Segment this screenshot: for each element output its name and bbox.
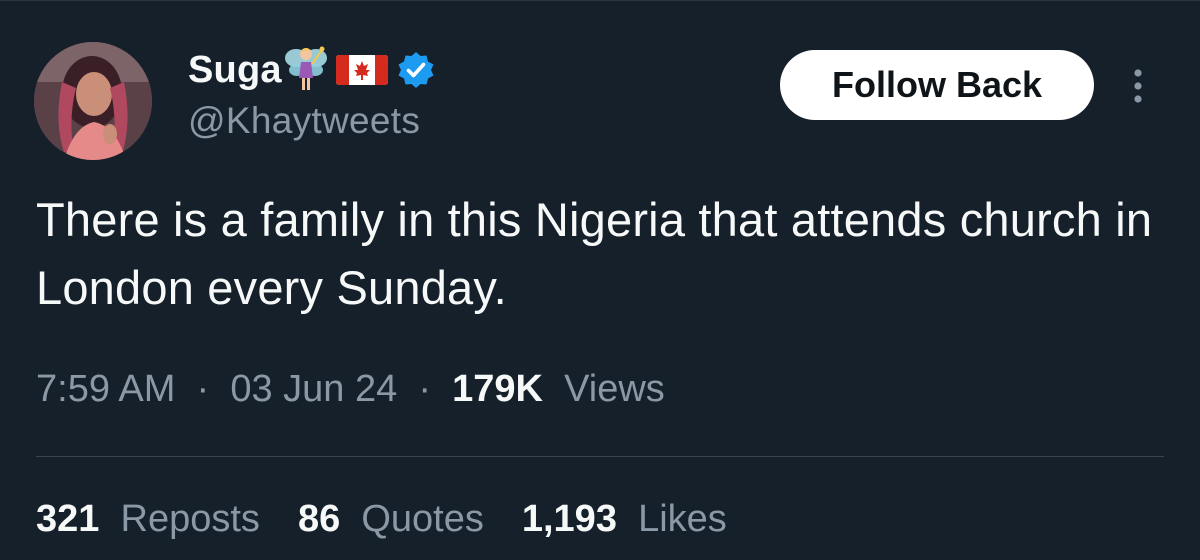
display-name[interactable]: Suga bbox=[188, 49, 282, 92]
engagement-stats: 321 Reposts 86 Quotes 1,193 Likes bbox=[36, 498, 765, 541]
likes-stat[interactable]: 1,193 Likes bbox=[522, 498, 727, 541]
views-count[interactable]: 179K bbox=[452, 368, 553, 410]
more-options-icon[interactable] bbox=[1124, 66, 1152, 106]
tweet-time[interactable]: 7:59 AM bbox=[36, 368, 175, 410]
follow-back-button[interactable]: Follow Back bbox=[780, 50, 1094, 120]
tweet-meta: 7:59 AM · 03 Jun 24 · 179K Views bbox=[36, 368, 665, 411]
reposts-stat[interactable]: 321 Reposts bbox=[36, 498, 260, 541]
tweet-text: There is a family in this Nigeria that a… bbox=[36, 193, 1153, 314]
reposts-count: 321 bbox=[36, 498, 110, 540]
tweet-date[interactable]: 03 Jun 24 bbox=[230, 368, 397, 410]
likes-count: 1,193 bbox=[521, 498, 628, 540]
reposts-label: Reposts bbox=[120, 498, 260, 540]
top-divider bbox=[0, 0, 1200, 1]
quotes-label: Quotes bbox=[361, 498, 484, 540]
meta-separator: · bbox=[407, 368, 442, 410]
likes-label: Likes bbox=[638, 498, 727, 540]
quotes-count: 86 bbox=[297, 498, 351, 540]
user-info: Suga @Khaytweets bbox=[188, 46, 436, 142]
verified-badge-icon[interactable] bbox=[396, 50, 436, 90]
divider bbox=[36, 456, 1164, 457]
user-handle[interactable]: @Khaytweets bbox=[188, 100, 436, 142]
meta-separator: · bbox=[185, 368, 220, 410]
fairy-icon bbox=[282, 42, 330, 94]
views-label[interactable]: Views bbox=[564, 368, 665, 410]
name-row: Suga bbox=[188, 46, 436, 94]
avatar[interactable] bbox=[34, 42, 152, 160]
canada-flag-icon bbox=[335, 55, 388, 85]
quotes-stat[interactable]: 86 Quotes bbox=[298, 498, 484, 541]
avatar-image bbox=[34, 42, 152, 160]
